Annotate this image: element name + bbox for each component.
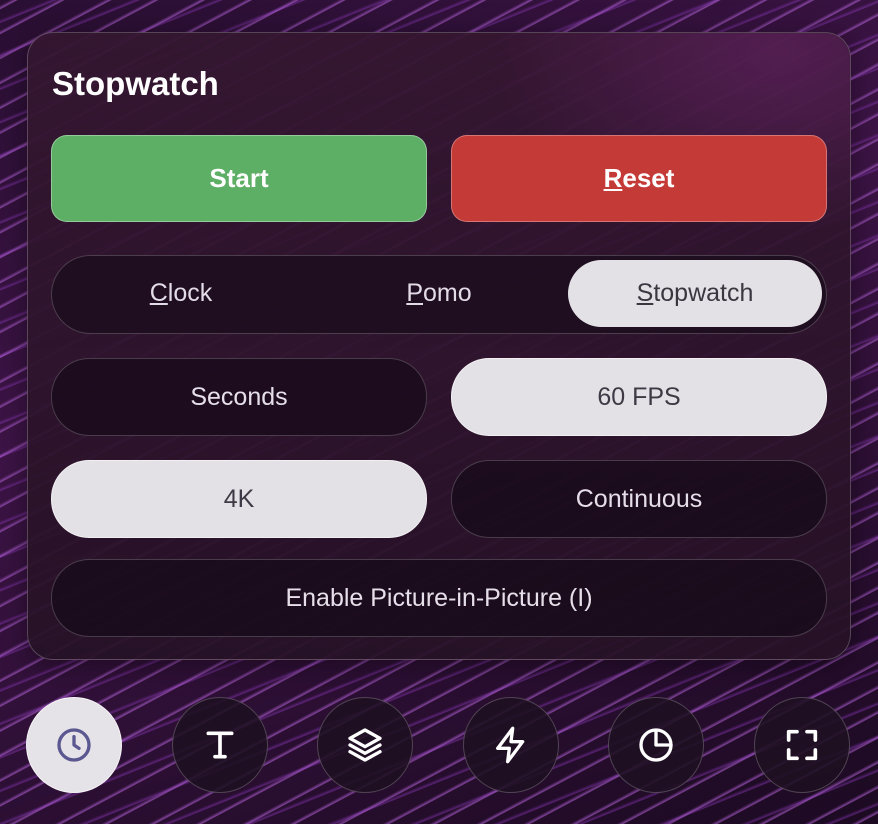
mode-segmented-control: Clock Pomo Stopwatch xyxy=(51,255,827,334)
mode-tab-stopwatch[interactable]: Stopwatch xyxy=(568,260,822,327)
layers-icon xyxy=(348,728,382,762)
stopwatch-mnemonic: S xyxy=(636,279,654,307)
mode-tab-clock[interactable]: Clock xyxy=(56,260,306,327)
pie-chart-icon xyxy=(639,728,673,762)
continuous-toggle[interactable]: Continuous xyxy=(451,460,827,538)
pomo-label-rest: omo xyxy=(423,279,472,307)
dock-chart-button[interactable] xyxy=(608,697,704,793)
clock-mnemonic: C xyxy=(149,279,168,307)
dock-layers-button[interactable] xyxy=(317,697,413,793)
fullscreen-icon xyxy=(786,729,818,761)
clock-label-rest: lock xyxy=(167,279,213,307)
dock-clock-button[interactable] xyxy=(26,697,122,793)
start-button[interactable]: Start xyxy=(51,135,427,222)
stopwatch-label-rest: topwatch xyxy=(653,279,754,307)
stopwatch-panel: Stopwatch Start Reset Clock Pomo Stopwat… xyxy=(27,32,851,660)
clock-icon xyxy=(57,728,91,762)
dock-text-button[interactable] xyxy=(172,697,268,793)
text-icon xyxy=(206,731,234,759)
reset-button[interactable]: Reset xyxy=(451,135,827,222)
dock-lightning-button[interactable] xyxy=(463,697,559,793)
panel-title: Stopwatch xyxy=(52,65,219,102)
lightning-icon xyxy=(496,726,525,764)
fps-toggle[interactable]: 60 FPS xyxy=(451,358,827,436)
pip-button[interactable]: Enable Picture-in-Picture (I) xyxy=(51,559,827,637)
reset-label-rest: eset xyxy=(622,163,675,193)
seconds-toggle[interactable]: Seconds xyxy=(51,358,427,436)
resolution-toggle[interactable]: 4K xyxy=(51,460,427,538)
reset-mnemonic: R xyxy=(603,163,623,193)
pomo-mnemonic: P xyxy=(406,279,424,307)
dock-fullscreen-button[interactable] xyxy=(754,697,850,793)
mode-tab-pomo[interactable]: Pomo xyxy=(312,260,566,327)
